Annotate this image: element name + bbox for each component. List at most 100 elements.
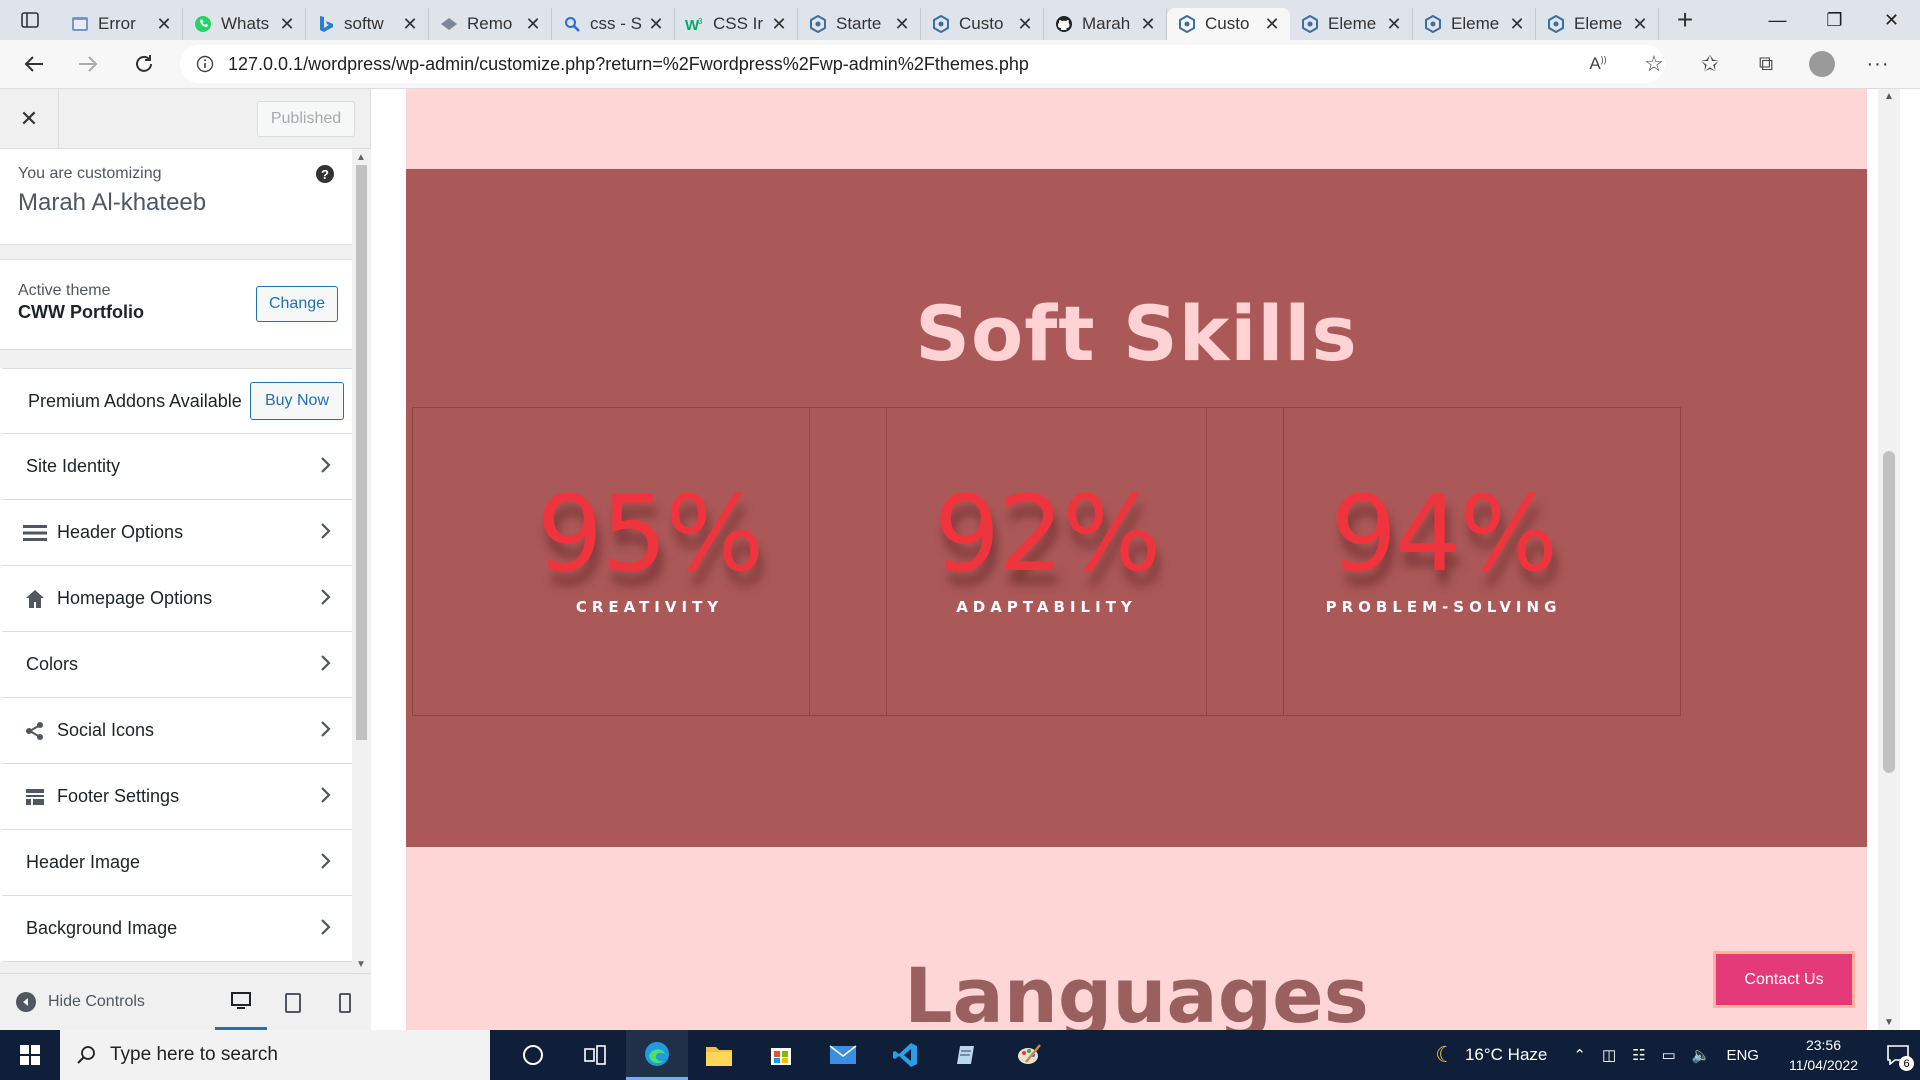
mail-button[interactable] [812,1030,874,1080]
chevron-up-icon[interactable]: ⌃ [1573,1046,1586,1064]
vscode-button[interactable] [874,1030,936,1080]
system-tray: ☾ 16°C Haze ⌃ ◫ ☷ ▭ 🔈 ENG 23:56 11/04/20… [1435,1030,1920,1080]
close-tab-icon[interactable]: ✕ [771,14,787,35]
weather-widget[interactable]: ☾ 16°C Haze [1435,1042,1547,1068]
contact-us-button[interactable]: Contact Us [1713,951,1855,1008]
cortana-icon [523,1045,543,1065]
close-tab-icon[interactable]: ✕ [279,14,295,35]
scroll-up-icon[interactable]: ▲ [356,152,366,163]
notification-center-button[interactable]: 6 [1876,1030,1920,1080]
close-tab-icon[interactable]: ✕ [894,14,910,35]
preview-scroll-up-icon[interactable]: ▲ [1884,91,1894,102]
close-tab-icon[interactable]: ✕ [648,14,664,35]
section-homepage-options[interactable]: Homepage Options [0,566,352,632]
browser-tab[interactable]: Eleme ✕ [1290,8,1413,40]
minimize-button[interactable]: — [1749,0,1806,40]
add-favorite-button[interactable]: ☆ [1636,46,1672,82]
browser-tab[interactable]: Remo ✕ [429,8,552,40]
chevron-right-icon [320,456,332,479]
close-customizer-button[interactable]: ✕ [0,88,59,149]
browser-tab[interactable]: Eleme ✕ [1536,8,1659,40]
desktop-preview-button[interactable] [215,974,267,1031]
start-button[interactable] [0,1030,60,1080]
section-header-options[interactable]: Header Options [0,500,352,566]
preview-scrollbar-thumb[interactable] [1883,451,1895,773]
site-info: You are customizing Marah Al-khateeb ? [0,149,352,245]
browser-tab[interactable]: softw ✕ [306,8,429,40]
browser-tab[interactable]: Marah ✕ [1044,8,1167,40]
tab-actions-icon [21,12,39,28]
tablet-preview-button[interactable] [267,974,319,1031]
profile-button[interactable] [1804,46,1840,82]
scroll-down-icon[interactable]: ▼ [356,959,366,970]
address-bar[interactable]: 127.0.0.1/wordpress/wp-admin/customize.p… [180,45,1665,83]
store-button[interactable] [750,1030,812,1080]
read-aloud-button[interactable]: A)) [1580,46,1616,82]
hide-controls-button[interactable]: Hide Controls [16,992,145,1012]
favorites-button[interactable]: ✩ [1692,46,1728,82]
star-plus-icon: ☆ [1644,51,1664,76]
meet-now-icon[interactable]: ◫ [1602,1046,1616,1064]
section-header-image[interactable]: Header Image [0,830,352,896]
battery-icon[interactable]: ▭ [1662,1046,1676,1064]
sidebar-scrollbar[interactable]: ▲ ▼ [352,149,371,973]
skill-card: 94% PROBLEM-SOLVING [1206,407,1681,716]
section-background-image[interactable]: Background Image [0,896,352,962]
svg-text:3: 3 [698,17,703,26]
preview-scrollbar[interactable]: ▲ ▼ [1878,89,1900,1030]
menu-icon [22,521,48,545]
restore-button[interactable]: ❐ [1806,0,1863,40]
section-site-identity[interactable]: Site Identity [0,434,352,500]
tab-actions-button[interactable] [0,0,60,40]
buy-now-button[interactable]: Buy Now [250,382,344,420]
collections-button[interactable]: ⧉ [1748,46,1784,82]
change-theme-button[interactable]: Change [256,286,338,322]
edge-app-button[interactable] [626,1030,688,1080]
volume-icon[interactable]: 🔈 [1692,1046,1711,1064]
taskbar-search[interactable]: Type here to search [60,1030,490,1080]
close-tab-icon[interactable]: ✕ [156,14,172,35]
settings-menu-button[interactable]: ··· [1860,46,1896,82]
mobile-preview-button[interactable] [319,974,371,1031]
close-tab-icon[interactable]: ✕ [1140,14,1156,35]
wifi-icon[interactable]: ☷ [1632,1046,1645,1064]
language-indicator[interactable]: ENG [1726,1047,1759,1064]
notepad-app-button[interactable] [936,1030,998,1080]
clock[interactable]: 23:56 11/04/2022 [1789,1035,1858,1075]
close-tab-icon[interactable]: ✕ [402,14,418,35]
browser-tab[interactable]: Custo ✕ [921,8,1044,40]
file-explorer-button[interactable] [688,1030,750,1080]
close-tab-icon[interactable]: ✕ [1509,14,1525,35]
back-button[interactable] [16,46,52,82]
close-tab-icon[interactable]: ✕ [1017,14,1033,35]
paint-app-button[interactable] [998,1030,1060,1080]
browser-tab[interactable]: Whats ✕ [183,8,306,40]
new-tab-button[interactable]: + [1659,0,1711,40]
scrollbar-thumb[interactable] [356,165,367,740]
customizing-label: You are customizing [18,165,162,182]
browser-tab[interactable]: Starte ✕ [798,8,921,40]
task-view-button[interactable] [564,1030,626,1080]
section-social-icons[interactable]: Social Icons [0,698,352,764]
browser-tab[interactable]: W 3 CSS Ir ✕ [675,8,798,40]
close-tab-icon[interactable]: ✕ [1386,14,1402,35]
browser-tab[interactable]: Custo ✕ [1167,8,1290,40]
close-tab-icon[interactable]: ✕ [1632,14,1648,35]
section-label: Homepage Options [57,588,213,608]
close-tab-icon[interactable]: ✕ [525,14,541,35]
forward-button[interactable] [70,46,106,82]
publish-button[interactable]: Published [257,101,355,137]
section-colors[interactable]: Colors [0,632,352,698]
browser-tab[interactable]: Error ✕ [60,8,183,40]
cortana-button[interactable] [502,1030,564,1080]
close-tab-icon[interactable]: ✕ [1264,14,1280,35]
help-icon[interactable]: ? [316,165,334,183]
browser-tab[interactable]: css - S ✕ [552,8,675,40]
refresh-button[interactable] [126,46,162,82]
close-window-button[interactable]: ✕ [1863,0,1920,40]
section-footer-settings[interactable]: Footer Settings [0,764,352,830]
window-controls: — ❐ ✕ [1749,0,1920,40]
section-label: Background Image [26,918,178,938]
preview-scroll-down-icon[interactable]: ▼ [1884,1017,1894,1028]
browser-tab[interactable]: Eleme ✕ [1413,8,1536,40]
